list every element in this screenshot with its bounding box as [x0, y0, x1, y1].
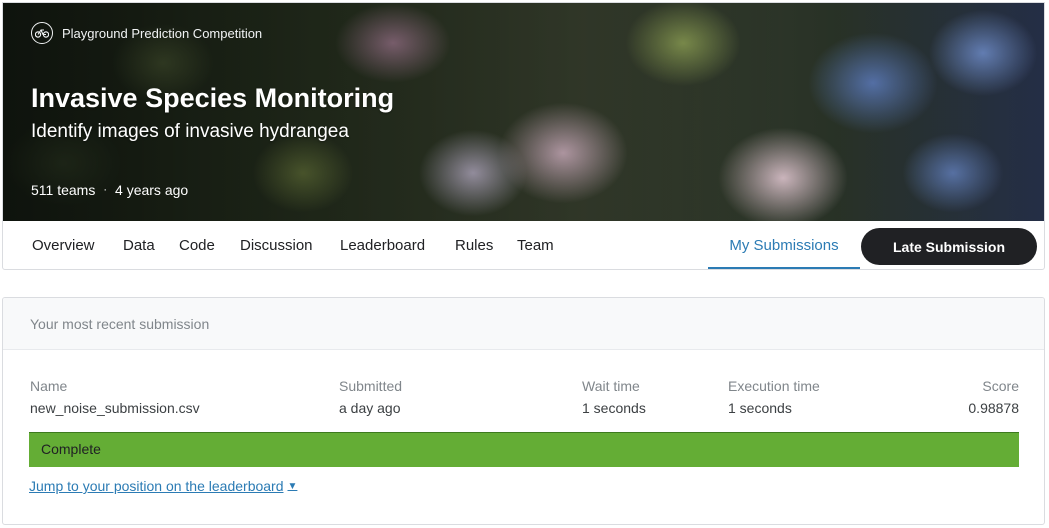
competition-meta: 511 teams · 4 years ago — [31, 182, 188, 198]
meta-separator: · — [103, 184, 108, 196]
tab-team[interactable]: Team — [517, 221, 554, 269]
wait-time-label: Wait time — [582, 378, 640, 394]
competition-type: Playground Prediction Competition — [31, 21, 262, 45]
competition-subtitle: Identify images of invasive hydrangea — [31, 121, 349, 142]
tab-leaderboard[interactable]: Leaderboard — [340, 221, 425, 269]
jump-to-leaderboard-link[interactable]: Jump to your position on the leaderboard… — [29, 478, 297, 494]
competition-title: Invasive Species Monitoring — [31, 83, 395, 113]
tab-discussion[interactable]: Discussion — [240, 221, 313, 269]
caret-down-icon: ▼ — [287, 480, 298, 492]
competition-age: 4 years ago — [115, 182, 189, 198]
tab-rules[interactable]: Rules — [455, 221, 493, 269]
competition-header: Playground Prediction Competition Invasi… — [2, 2, 1045, 270]
late-submission-button[interactable]: Late Submission — [861, 228, 1037, 265]
score-value: 0.98878 — [968, 400, 1019, 416]
recent-submission-card: Your most recent submission Name new_noi… — [2, 297, 1045, 525]
name-label: Name — [30, 378, 68, 394]
banner-image: Playground Prediction Competition Invasi… — [3, 3, 1044, 221]
competition-type-label: Playground Prediction Competition — [62, 25, 263, 41]
score-label: Score — [982, 378, 1019, 394]
submission-filename: new_noise_submission.csv — [30, 400, 200, 416]
status-label: Complete — [41, 441, 101, 457]
tab-code[interactable]: Code — [179, 221, 215, 269]
tab-my-submissions[interactable]: My Submissions — [708, 221, 860, 269]
jump-link-label: Jump to your position on the leaderboard — [29, 478, 284, 494]
status-bar: Complete — [29, 432, 1019, 467]
recent-submission-heading: Your most recent submission — [3, 298, 1044, 350]
submitted-value: a day ago — [339, 400, 401, 416]
team-count: 511 teams — [31, 182, 96, 198]
wait-time-value: 1 seconds — [582, 400, 646, 416]
execution-time-label: Execution time — [728, 378, 820, 394]
bicycle-icon — [31, 22, 53, 44]
execution-time-value: 1 seconds — [728, 400, 792, 416]
competition-tabs: Overview Data Code Discussion Leaderboar… — [3, 221, 1044, 269]
submitted-label: Submitted — [339, 378, 403, 394]
tab-data[interactable]: Data — [123, 221, 155, 269]
tab-overview[interactable]: Overview — [32, 221, 95, 269]
